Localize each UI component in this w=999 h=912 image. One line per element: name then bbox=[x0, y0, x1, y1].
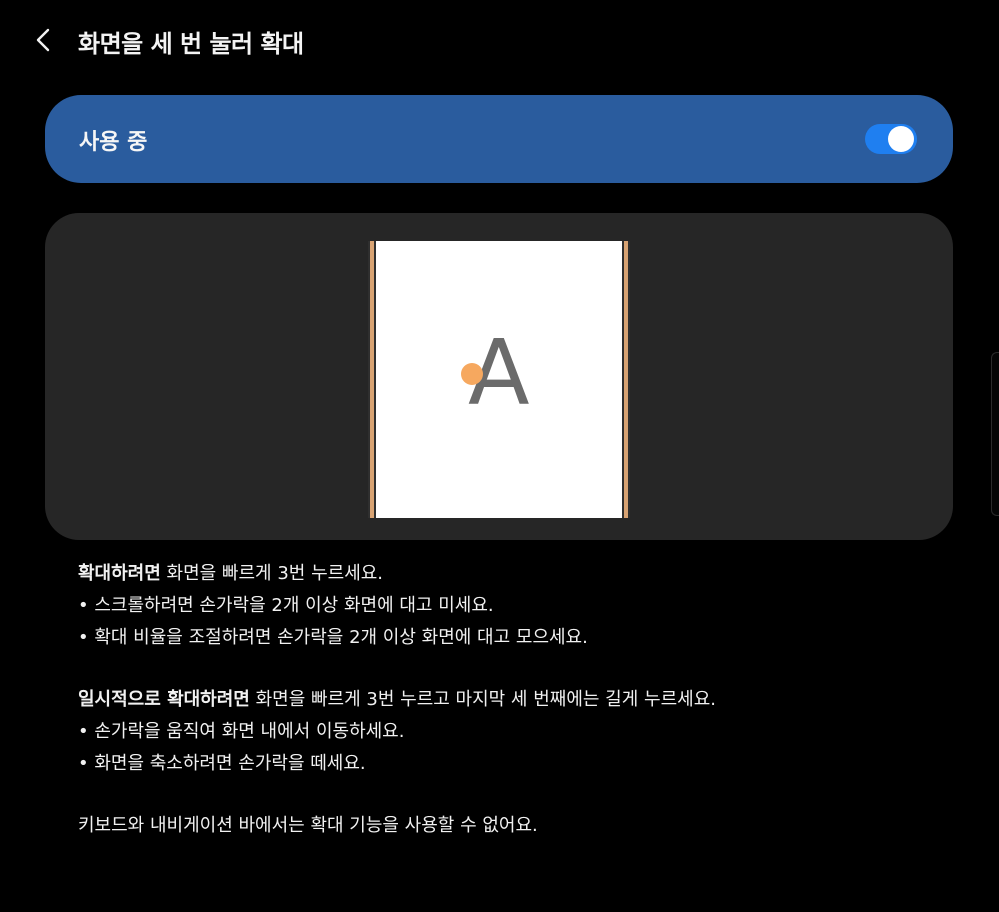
preview-card: A bbox=[45, 213, 953, 540]
tap-indicator-icon bbox=[461, 363, 483, 385]
section1-bullet2: • 확대 비율을 조절하려면 손가락을 2개 이상 화면에 대고 모으세요. bbox=[78, 627, 588, 648]
main-toggle-label: 사용 중 bbox=[79, 130, 148, 155]
phone-edge-right bbox=[624, 241, 628, 518]
edge-panel-handle[interactable] bbox=[991, 352, 999, 516]
preview-illustration: A bbox=[368, 241, 630, 518]
section1-lead-bold: 확대하려면 bbox=[78, 563, 161, 584]
section2-bullet1: • 손가락을 움직여 화면 내에서 이동하세요. bbox=[78, 721, 405, 742]
section2-bullet2: • 화면을 축소하려면 손가락을 떼세요. bbox=[78, 753, 366, 774]
back-chevron-icon[interactable] bbox=[28, 22, 62, 58]
settings-page: 화면을 세 번 눌러 확대 사용 중 A 확대하려면 화면을 빠르게 3번 누르… bbox=[0, 0, 999, 912]
section1-bullet1: • 스크롤하려면 손가락을 2개 이상 화면에 대고 미세요. bbox=[78, 595, 494, 616]
instructions-text: 확대하려면 화면을 빠르게 3번 누르세요. • 스크롤하려면 손가락을 2개 … bbox=[78, 558, 968, 842]
toggle-knob bbox=[888, 126, 914, 152]
main-toggle-switch[interactable] bbox=[865, 124, 917, 154]
usage-note: 키보드와 내비게이션 바에서는 확대 기능을 사용할 수 없어요. bbox=[78, 815, 538, 836]
phone-edge-left bbox=[370, 241, 374, 518]
header: 화면을 세 번 눌러 확대 bbox=[0, 0, 999, 80]
section1-lead: 확대하려면 화면을 빠르게 3번 누르세요. bbox=[78, 558, 968, 590]
section2-lead-rest: 화면을 빠르게 3번 누르고 마지막 세 번째에는 길게 누르세요. bbox=[249, 689, 716, 710]
page-title: 화면을 세 번 눌러 확대 bbox=[78, 30, 304, 58]
section1-lead-rest: 화면을 빠르게 3번 누르세요. bbox=[160, 563, 384, 584]
main-toggle-bar[interactable]: 사용 중 bbox=[45, 95, 953, 183]
preview-screen: A bbox=[376, 241, 622, 518]
section2-lead-bold: 일시적으로 확대하려면 bbox=[78, 689, 250, 710]
section2-lead: 일시적으로 확대하려면 화면을 빠르게 3번 누르고 마지막 세 번째에는 길게… bbox=[78, 684, 968, 716]
